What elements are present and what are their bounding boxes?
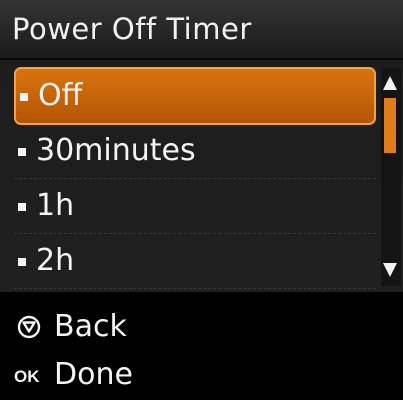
scroll-down-icon[interactable] — [383, 263, 397, 277]
bullet-icon — [18, 203, 26, 211]
stop-icon — [17, 315, 41, 339]
scroll-up-icon[interactable] — [383, 76, 397, 90]
bullet-icon — [18, 148, 26, 156]
back-label: Back — [54, 309, 127, 344]
menu-list: Off 30minutes 1h 2h — [0, 60, 403, 292]
menu-item-30minutes[interactable]: 30minutes — [14, 124, 376, 179]
menu-item-off[interactable]: Off — [14, 67, 376, 125]
power-off-timer-screen: Power Off Timer Off 30minutes 1h 2h Back — [0, 0, 403, 400]
menu-item-2h[interactable]: 2h — [14, 234, 376, 289]
bullet-icon — [20, 93, 28, 101]
ok-icon: OK — [14, 367, 40, 386]
scroll-thumb[interactable] — [384, 98, 396, 154]
page-title: Power Off Timer — [12, 12, 252, 46]
title-bar: Power Off Timer — [0, 0, 403, 60]
scrollbar[interactable] — [381, 68, 401, 286]
menu-item-label: 30minutes — [36, 133, 196, 168]
done-label: Done — [54, 357, 133, 392]
bullet-icon — [18, 258, 26, 266]
menu-item-label: Off — [38, 78, 83, 113]
menu-item-1h[interactable]: 1h — [14, 179, 376, 234]
menu-item-label: 2h — [36, 243, 75, 278]
menu-item-label: 1h — [36, 188, 75, 223]
